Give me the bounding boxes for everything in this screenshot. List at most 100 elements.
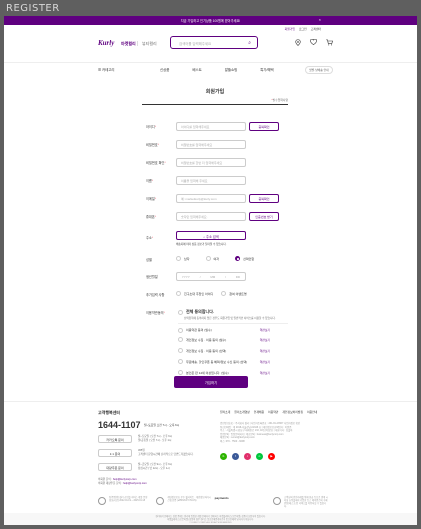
password-input[interactable]: 비밀번호를 입력해주세요 (176, 140, 246, 149)
email-check-button[interactable]: 중복확인 (249, 194, 279, 203)
field-gender: 성별 남자 여자 선택안함 (142, 255, 288, 265)
gender-options: 남자 여자 선택안함 (176, 256, 254, 261)
cert-isms[interactable]: [인증범위] 컬리 쇼핑몰 서비스 개발·운영 [유효기간] 2022.01.1… (98, 497, 153, 509)
form-divider (142, 104, 288, 105)
cert-payments[interactable]: payments (215, 497, 270, 509)
field-phone: 휴대폰* 숫자만 입력해주세요. 인증번호 받기 (142, 212, 288, 222)
field-name: 이름* 이름을 입력해 주세요 (142, 176, 288, 186)
terms-view-link[interactable]: 약관보기 (260, 360, 270, 364)
search-icon: ⌕ (203, 235, 206, 239)
footer-links: 컬리소개 컬리소개영상 인재채용 이용약관 개인정보처리방침 이용안내 (220, 410, 317, 414)
cert-escrow[interactable]: 고객님의 안전거래를 위해 현금 등으로 결제 시 저희 쇼핑몰에서 가입한 토… (272, 497, 328, 509)
facebook-icon[interactable]: f (232, 453, 239, 460)
signup-form: 회원가입 *필수입력사항 아이디* 아이디를 입력해주세요 중복확인 비밀번호*… (142, 84, 288, 388)
id-input[interactable]: 아이디를 입력해주세요 (176, 122, 246, 131)
birthday-input[interactable]: YYYY / MM / DD (176, 272, 246, 281)
bulk-order-inquiry-button[interactable]: 대량주문 문의 (98, 463, 132, 471)
cs-title: 고객행복센터 (98, 410, 121, 415)
terms-item[interactable]: 개인정보 수집 · 이용 동의 (선택) 약관보기 (178, 345, 288, 356)
window-title: REGISTER (6, 3, 60, 14)
field-label: 비밀번호* (146, 143, 159, 147)
terms-item[interactable]: 이용약관 동의 (필수) 약관보기 (178, 323, 288, 334)
footer-link[interactable]: 이용약관 (268, 410, 278, 414)
cs-kakao: 카카오톡 문의 월~토요일 | 오전 7시 - 오후 6시 일/공휴일 | 오전… (98, 435, 218, 445)
field-label: 이름* (146, 179, 154, 183)
birthday-year[interactable]: YYYY (182, 275, 190, 279)
phone-verify-button[interactable]: 인증번호 받기 (249, 212, 279, 221)
cs-phone: 1644-1107 (98, 420, 141, 430)
login-link[interactable]: 로그인 (299, 27, 307, 31)
field-password-confirm: 비밀번호 확인* 비밀번호를 한번 더 입력해주세요 (142, 158, 288, 168)
terms-agree-all[interactable]: 전체 동의합니다. (178, 309, 214, 315)
cs-desc: 월~금요일 | 오전 9시 - 오후 6시 점심시간 | 낮 12시 - 오후 … (138, 463, 173, 470)
brand-divider (137, 41, 138, 46)
cs-mail: 비회원 문의 : help@kurlycorp.com 비회원 대량주문 문의 … (98, 478, 147, 485)
terms-view-link[interactable]: 약관보기 (260, 338, 270, 342)
social-links: b f i n ▶ (220, 453, 275, 460)
search-input[interactable]: 검색어를 입력해주세요 ⌕ (170, 36, 258, 49)
cs-link[interactable]: 고객센터 (311, 27, 321, 31)
eprivacy-icon (156, 497, 165, 505)
register-page: 지금 가입하고 인기상품 100원에 받아가세요! × 회원가입 로그인 고객센… (4, 16, 417, 525)
kakao-inquiry-button[interactable]: 카카오톡 문의 (98, 435, 132, 443)
close-icon[interactable]: × (319, 17, 321, 22)
mail-link[interactable]: help@kurlycorp.com (113, 478, 137, 481)
footer-link[interactable]: 컬리소개영상 (234, 410, 249, 414)
copyright: 컬리에서 판매되는 상품 중에는 컬리에 입점한 개별 판매자가 판매하는 마켓… (4, 513, 417, 525)
terms-view-link[interactable]: 약관보기 (260, 349, 270, 353)
certifications: [인증범위] 컬리 쇼핑몰 서비스 개발·운영 [유효기간] 2022.01.1… (98, 497, 328, 509)
nav-item-sale[interactable]: 알뜰쇼핑 (225, 67, 237, 72)
field-label: 비밀번호 확인* (146, 161, 166, 165)
terms-item[interactable]: 개인정보 수집 · 이용 동의 (필수) 약관보기 (178, 334, 288, 345)
gender-none-radio[interactable]: 선택안함 (235, 256, 254, 261)
password-confirm-input[interactable]: 비밀번호를 한번 더 입력해주세요 (176, 158, 246, 167)
birthday-day[interactable]: DD (236, 275, 240, 279)
name-input[interactable]: 이름을 입력해 주세요 (176, 176, 246, 185)
promo-banner[interactable]: 지금 가입하고 인기상품 100원에 받아가세요! × (4, 16, 417, 25)
naver-post-icon[interactable]: n (256, 453, 263, 460)
footer-link[interactable]: 개인정보처리방침 (282, 410, 303, 414)
gender-female-radio[interactable]: 여자 (205, 256, 219, 261)
terms-view-link[interactable]: 약관보기 (260, 371, 270, 375)
category-menu[interactable]: ☰ 카테고리 (98, 67, 114, 72)
one-on-one-inquiry-button[interactable]: 1:1 문의 (98, 449, 132, 457)
heart-icon[interactable] (310, 38, 317, 48)
terms-view-link[interactable]: 약관보기 (260, 328, 270, 332)
brand-beauty-kurly[interactable]: 뷰티컬리 (142, 41, 157, 47)
kurly-logo[interactable]: Kurly (98, 39, 114, 47)
extra-event-radio[interactable]: 참여 이벤트명 (221, 291, 247, 296)
gender-male-radio[interactable]: 남자 (176, 256, 190, 261)
extra-options: 친구초대 추천인 아이디 참여 이벤트명 (176, 291, 247, 296)
nav-item-special[interactable]: 특가/혜택 (260, 67, 273, 72)
search-icon[interactable]: ⌕ (248, 40, 251, 46)
nav-item-best[interactable]: 베스트 (192, 67, 201, 72)
email-input[interactable]: 예: marketkurly@kurly.com (176, 194, 246, 203)
signup-link[interactable]: 회원가입 (285, 27, 295, 31)
blog-icon[interactable]: b (220, 453, 227, 460)
birthday-month[interactable]: MM (210, 275, 215, 279)
id-check-button[interactable]: 중복확인 (249, 122, 279, 131)
cert-eprivacy[interactable]: 개인정보보호 우수 웹사이트 · 개인정보처리시스템 인증 (ePRIVACY … (156, 497, 211, 509)
terms-item[interactable]: 무료배송, 할인쿠폰 등 혜택/정보 수신 동의 (선택) 약관보기 (178, 356, 288, 367)
delivery-info-pill[interactable]: 샛별·낮배송 안내 (305, 66, 333, 74)
field-label: 추가입력 사항 (146, 293, 165, 297)
brand-market-kurly[interactable]: 마켓컬리 (121, 41, 136, 47)
field-extra: 추가입력 사항 친구초대 추천인 아이디 참여 이벤트명 (142, 290, 288, 300)
footer-link[interactable]: 인재채용 (254, 410, 264, 414)
mail-link[interactable]: help@kurlycorp.com (123, 482, 147, 485)
instagram-icon[interactable]: i (244, 453, 251, 460)
signup-submit-button[interactable]: 가입하기 (174, 376, 248, 388)
location-pin-icon[interactable] (295, 39, 301, 48)
phone-input[interactable]: 숫자만 입력해주세요. (176, 212, 246, 221)
field-label: 성별 (146, 258, 152, 262)
footer-link[interactable]: 이용안내 (307, 410, 317, 414)
field-email: 이메일* 예: marketkurly@kurly.com 중복확인 (142, 194, 288, 204)
footer-link[interactable]: 컬리소개 (220, 410, 230, 414)
nav-item-new[interactable]: 신상품 (160, 67, 169, 72)
cart-icon[interactable] (326, 39, 334, 48)
extra-referral-radio[interactable]: 친구초대 추천인 아이디 (176, 291, 213, 296)
field-label: 아이디* (146, 125, 157, 129)
field-password: 비밀번호* 비밀번호를 입력해주세요 (142, 140, 288, 150)
youtube-icon[interactable]: ▶ (268, 453, 275, 460)
address-search-button[interactable]: ⌕ 주소 검색 (176, 231, 246, 240)
